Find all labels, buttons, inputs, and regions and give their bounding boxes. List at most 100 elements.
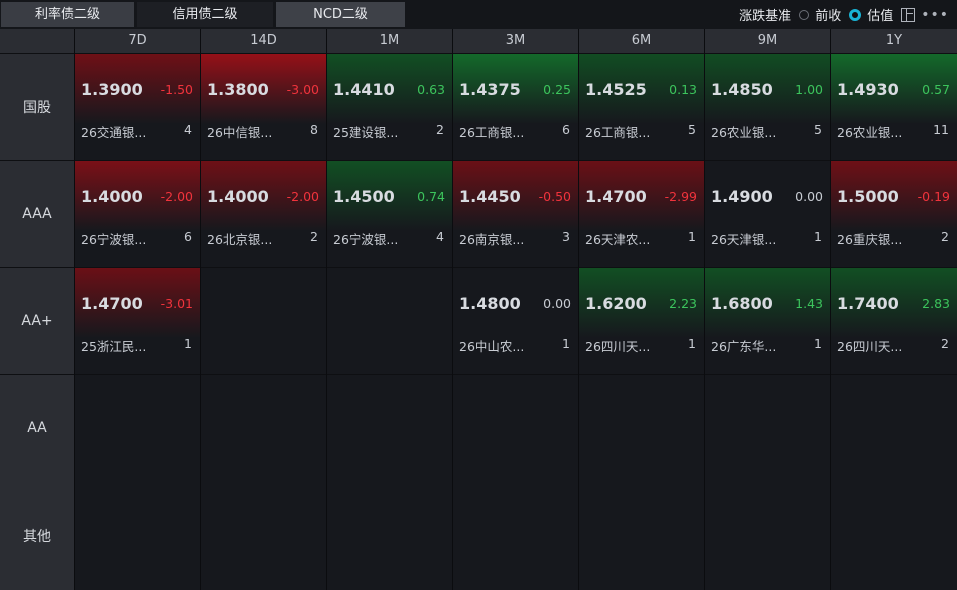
column-header-3m[interactable]: 3M [453,29,578,53]
trade-count: 2 [436,122,444,137]
change-value: 1.00 [795,82,823,97]
quote-cell[interactable]: 1.4800 0.00 26中山农... 1 [453,268,578,374]
empty-cell [327,268,452,374]
rate-value: 1.3900 [81,80,143,99]
empty-cell [705,481,830,590]
quote-cell[interactable]: 1.6200 2.23 26四川天... 1 [579,268,704,374]
empty-cell [453,481,578,590]
column-header-7d[interactable]: 7D [75,29,200,53]
row-label: 国股 [0,54,74,160]
quote-cell[interactable]: 1.4450 -0.50 26南京银... 3 [453,161,578,267]
change-value: 0.25 [543,82,571,97]
row-label: AA+ [0,268,74,374]
quote-cell[interactable]: 1.6800 1.43 26广东华... 1 [705,268,830,374]
rate-value: 1.4525 [585,80,647,99]
change-value: 2.23 [669,296,697,311]
column-divider [578,29,579,590]
column-header-1m[interactable]: 1M [327,29,452,53]
rate-value: 1.4000 [81,187,143,206]
bond-name: 26广东华... [711,339,777,354]
trade-count: 2 [941,336,949,351]
change-value: 0.13 [669,82,697,97]
change-value: -2.99 [664,189,697,204]
column-header-1y[interactable]: 1Y [831,29,957,53]
empty-cell [831,481,957,590]
empty-cell [75,481,200,590]
change-value: 1.43 [795,296,823,311]
bond-name: 26农业银... [711,125,777,140]
empty-cell [201,481,326,590]
column-divider [830,29,831,590]
row-label: AAA [0,161,74,267]
quote-cell[interactable]: 1.4700 -3.01 25浙江民... 1 [75,268,200,374]
quote-cell[interactable]: 1.4930 0.57 26农业银... 11 [831,54,957,160]
bond-name: 26四川天... [837,339,903,354]
rate-value: 1.5000 [837,187,899,206]
change-value: -3.00 [286,82,319,97]
change-value: -2.00 [160,189,193,204]
column-header-14d[interactable]: 14D [201,29,326,53]
rate-value: 1.4000 [207,187,269,206]
bond-name: 26天津农... [585,232,651,247]
column-header-9m[interactable]: 9M [705,29,830,53]
bond-name: 26天津银... [711,232,777,247]
empty-cell [327,375,452,481]
layout-icon[interactable] [901,7,916,22]
column-header-6m[interactable]: 6M [579,29,704,53]
bond-name: 26南京银... [459,232,525,247]
column-divider [200,29,201,590]
rate-value: 1.6800 [711,294,773,313]
quote-cell[interactable]: 1.4850 1.00 26农业银... 5 [705,54,830,160]
quote-cell[interactable]: 1.4700 -2.99 26天津农... 1 [579,161,704,267]
trade-count: 1 [184,336,192,351]
empty-cell [201,375,326,481]
column-divider [704,29,705,590]
trade-count: 6 [184,229,192,244]
trade-count: 4 [436,229,444,244]
rate-value: 1.7400 [837,294,899,313]
radio-prev-close-label[interactable]: 前收 [815,5,841,24]
rate-value: 1.4375 [459,80,521,99]
column-divider [74,29,75,590]
trade-count: 6 [562,122,570,137]
quote-cell[interactable]: 1.4525 0.13 26工商银... 5 [579,54,704,160]
rate-value: 1.3800 [207,80,269,99]
quote-cell[interactable]: 1.7400 2.83 26四川天... 2 [831,268,957,374]
trade-count: 1 [562,336,570,351]
change-value: -0.19 [917,189,950,204]
change-value: -0.50 [538,189,571,204]
quote-cell[interactable]: 1.4500 0.74 26宁波银... 4 [327,161,452,267]
rate-value: 1.4800 [459,294,521,313]
tab-rate-bond[interactable]: 利率债二级 [1,2,134,27]
change-value: 0.57 [922,82,950,97]
empty-cell [327,481,452,590]
bond-name: 26四川天... [585,339,651,354]
rate-value: 1.4900 [711,187,773,206]
trade-count: 1 [688,336,696,351]
quote-cell[interactable]: 1.4000 -2.00 26北京银... 2 [201,161,326,267]
radio-valuation[interactable] [849,8,862,21]
tab-ncd[interactable]: NCD二级 [276,2,405,27]
quote-cell[interactable]: 1.5000 -0.19 26重庆银... 2 [831,161,957,267]
trade-count: 5 [688,122,696,137]
quote-cell[interactable]: 1.4375 0.25 26工商银... 6 [453,54,578,160]
quote-cell[interactable]: 1.4000 -2.00 26宁波银... 6 [75,161,200,267]
trade-count: 2 [310,229,318,244]
more-icon[interactable]: ••• [921,8,949,22]
change-value: -3.01 [160,296,193,311]
rate-value: 1.4700 [585,187,647,206]
bond-name: 26中山农... [459,339,525,354]
quote-cell[interactable]: 1.4900 0.00 26天津银... 1 [705,161,830,267]
tab-credit-bond[interactable]: 信用债二级 [137,2,273,27]
bond-name: 26交通银... [81,125,147,140]
radio-valuation-label[interactable]: 估值 [867,5,893,24]
column-divider [452,29,453,590]
trade-count: 11 [933,122,949,137]
bond-name: 26中信银... [207,125,273,140]
empty-cell [705,375,830,481]
bond-name: 26工商银... [585,125,651,140]
quote-cell[interactable]: 1.4410 0.63 25建设银... 2 [327,54,452,160]
radio-prev-close[interactable] [799,9,810,20]
quote-cell[interactable]: 1.3800 -3.00 26中信银... 8 [201,54,326,160]
quote-cell[interactable]: 1.3900 -1.50 26交通银... 4 [75,54,200,160]
